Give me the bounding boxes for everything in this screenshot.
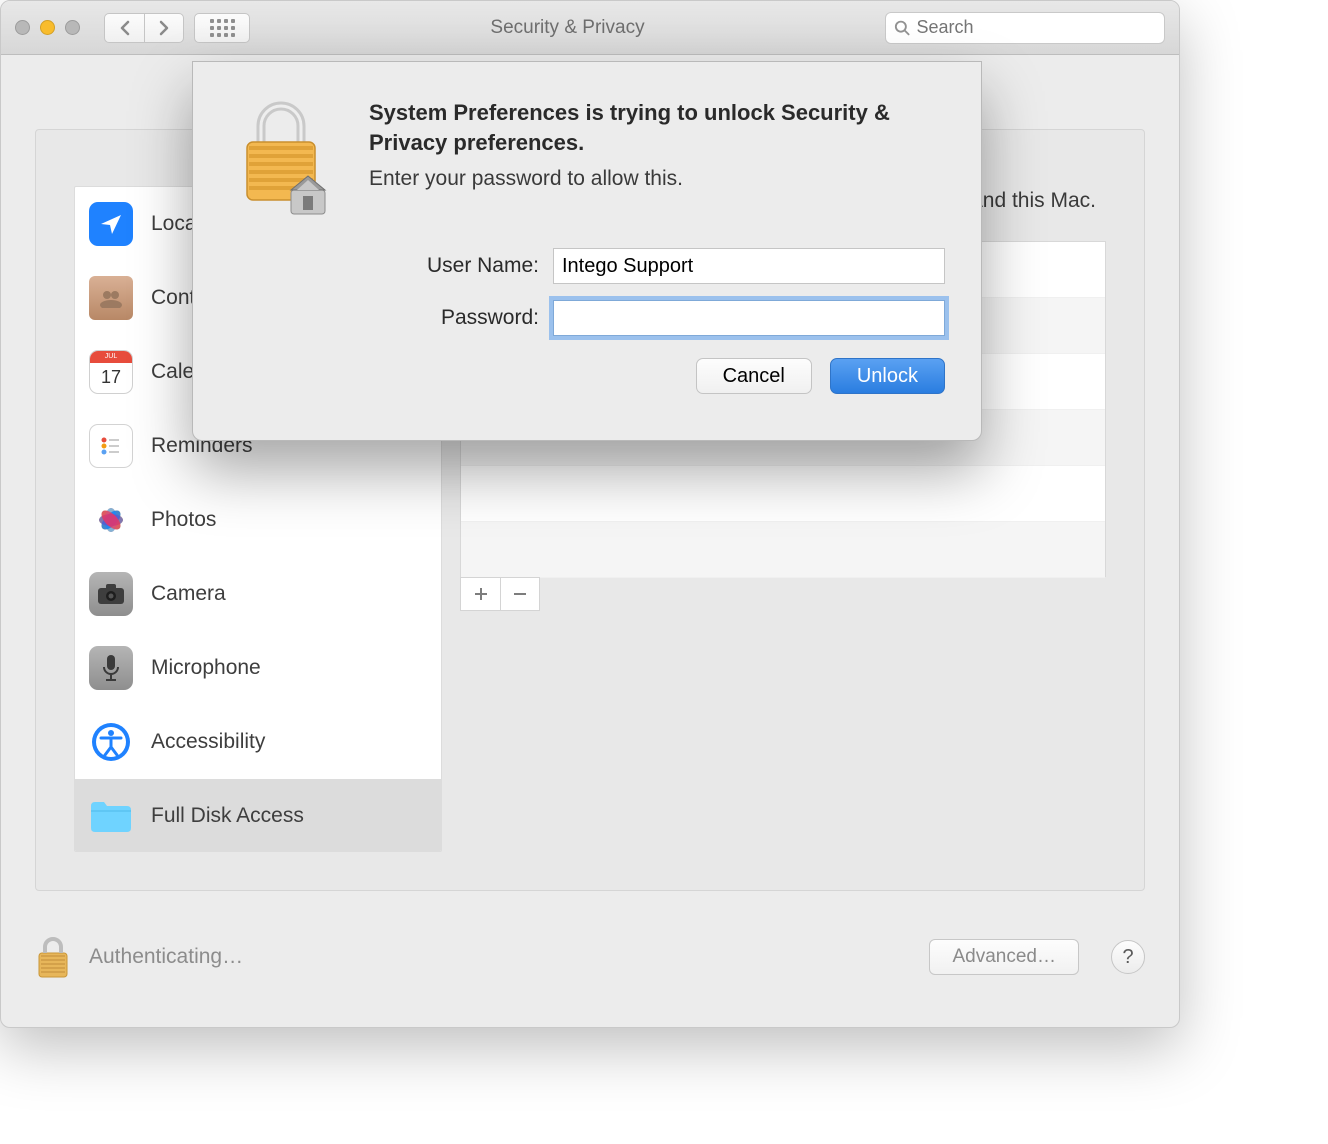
sidebar-item-label: Accessibility xyxy=(151,730,265,754)
table-row xyxy=(461,522,1105,578)
sidebar-item-microphone[interactable]: Microphone xyxy=(75,631,441,705)
location-icon xyxy=(89,202,133,246)
footer: Authenticating… Advanced… ? xyxy=(35,927,1145,987)
search-field[interactable] xyxy=(885,12,1165,44)
minimize-window-button[interactable] xyxy=(40,20,55,35)
lock-icon[interactable] xyxy=(35,935,71,979)
window-title: Security & Privacy xyxy=(260,17,875,39)
sidebar-item-label: Camera xyxy=(151,582,226,606)
lock-status-text: Authenticating… xyxy=(89,945,243,969)
back-button[interactable] xyxy=(104,13,144,43)
password-label: Password: xyxy=(229,306,539,330)
minus-icon xyxy=(513,587,527,601)
zoom-window-button[interactable] xyxy=(65,20,80,35)
window-controls xyxy=(15,20,80,35)
system-preferences-window: Security & Privacy Loca Cont JUL xyxy=(0,0,1180,1028)
table-row xyxy=(461,466,1105,522)
question-icon: ? xyxy=(1122,946,1133,969)
show-all-button[interactable] xyxy=(194,13,250,43)
cancel-button[interactable]: Cancel xyxy=(696,358,812,394)
advanced-button[interactable]: Advanced… xyxy=(929,939,1079,975)
search-icon xyxy=(894,19,910,37)
microphone-icon xyxy=(89,646,133,690)
auth-dialog: System Preferences is trying to unlock S… xyxy=(192,61,982,441)
sidebar-item-photos[interactable]: Photos xyxy=(75,483,441,557)
photos-icon xyxy=(89,498,133,542)
username-label: User Name: xyxy=(229,254,539,278)
reminders-icon xyxy=(89,424,133,468)
dialog-subtext: Enter your password to allow this. xyxy=(369,167,945,191)
sidebar-item-label: Cont xyxy=(151,286,195,310)
nav-button-group xyxy=(104,13,184,43)
contacts-icon xyxy=(89,276,133,320)
sidebar-item-full-disk-access[interactable]: Full Disk Access xyxy=(75,779,441,852)
add-remove-group xyxy=(460,577,1106,611)
folder-icon xyxy=(89,794,133,838)
calendar-icon: JUL 17 xyxy=(89,350,133,394)
chevron-right-icon xyxy=(158,20,170,36)
unlock-button[interactable]: Unlock xyxy=(830,358,945,394)
search-input[interactable] xyxy=(916,17,1156,38)
sidebar-item-label: Microphone xyxy=(151,656,261,680)
sidebar-item-camera[interactable]: Camera xyxy=(75,557,441,631)
titlebar: Security & Privacy xyxy=(1,1,1179,55)
sidebar-item-label: Loca xyxy=(151,212,197,236)
sidebar-item-label: Cale xyxy=(151,360,194,384)
password-input[interactable] xyxy=(553,300,945,336)
grid-icon xyxy=(210,19,235,37)
sidebar-item-label: Photos xyxy=(151,508,216,532)
username-input[interactable] xyxy=(553,248,945,284)
dialog-heading: System Preferences is trying to unlock S… xyxy=(369,98,945,157)
close-window-button[interactable] xyxy=(15,20,30,35)
lock-large-icon xyxy=(229,98,339,218)
forward-button[interactable] xyxy=(144,13,184,43)
plus-icon xyxy=(474,587,488,601)
remove-button[interactable] xyxy=(500,577,540,611)
add-button[interactable] xyxy=(460,577,500,611)
help-button[interactable]: ? xyxy=(1111,940,1145,974)
sidebar-item-accessibility[interactable]: Accessibility xyxy=(75,705,441,779)
camera-icon xyxy=(89,572,133,616)
accessibility-icon xyxy=(89,720,133,764)
chevron-left-icon xyxy=(119,20,131,36)
sidebar-item-label: Full Disk Access xyxy=(151,804,304,828)
